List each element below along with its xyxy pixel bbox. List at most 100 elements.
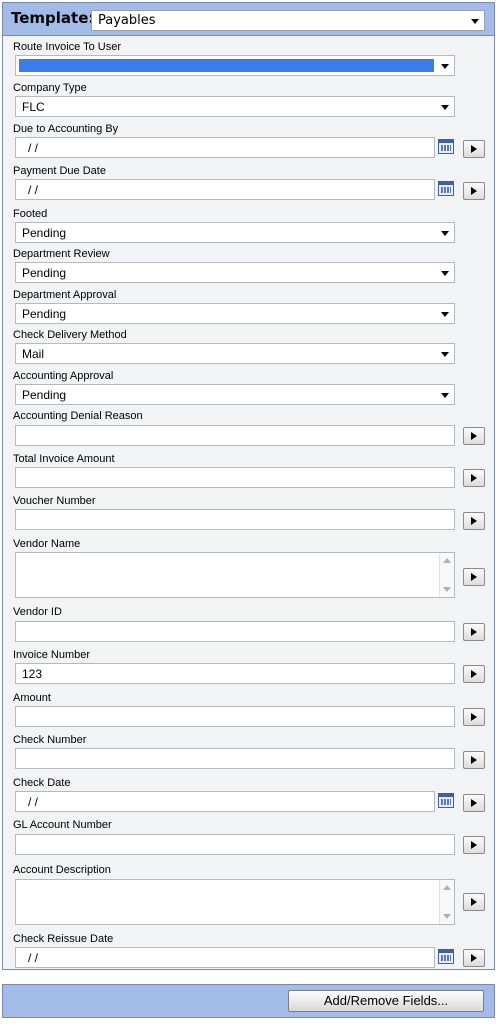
- arrow-right-icon: [471, 756, 477, 764]
- company-type-value: FLC: [22, 100, 45, 114]
- go-button[interactable]: [463, 949, 485, 967]
- chevron-down-icon[interactable]: [441, 271, 449, 276]
- department-review-label: Department Review: [13, 248, 110, 260]
- chevron-down-icon[interactable]: [441, 105, 449, 110]
- vendor-name-label: Vendor Name: [13, 538, 81, 550]
- vendor-id-input[interactable]: [15, 621, 455, 642]
- calendar-icon[interactable]: [438, 949, 454, 964]
- department-approval-value: Pending: [22, 307, 67, 321]
- check-reissue-date-value: / /: [28, 951, 39, 965]
- check-date-value: / /: [28, 795, 39, 809]
- company-type-select[interactable]: FLC: [15, 96, 455, 117]
- arrow-right-icon: [471, 841, 477, 849]
- chevron-down-icon[interactable]: [441, 352, 449, 357]
- go-button[interactable]: [463, 512, 485, 530]
- amount-label: Amount: [13, 692, 51, 704]
- check-number-label: Check Number: [13, 734, 87, 746]
- template-bar: Template: Payables: [3, 3, 494, 36]
- fields-panel: Template: Payables Route Invoice To User…: [2, 2, 495, 970]
- total-invoice-amount-label: Total Invoice Amount: [13, 453, 115, 465]
- check-number-input[interactable]: [15, 748, 455, 769]
- chevron-down-icon[interactable]: [471, 19, 479, 24]
- arrow-right-icon: [471, 898, 477, 906]
- arrow-right-icon: [471, 799, 477, 807]
- arrow-right-icon: [471, 145, 477, 153]
- arrow-right-icon: [471, 573, 477, 581]
- invoice-number-label: Invoice Number: [13, 649, 91, 661]
- check-delivery-method-value: Mail: [22, 347, 45, 361]
- arrow-right-icon: [471, 517, 477, 525]
- scrollbar[interactable]: [439, 880, 454, 924]
- arrow-right-icon: [471, 954, 477, 962]
- arrow-right-icon: [471, 713, 477, 721]
- check-date-label: Check Date: [13, 777, 71, 789]
- total-invoice-amount-input[interactable]: [15, 467, 455, 488]
- check-date-input[interactable]: / /: [15, 791, 435, 812]
- vendor-id-label: Vendor ID: [13, 606, 62, 618]
- calendar-icon[interactable]: [438, 139, 454, 154]
- scroll-down-icon[interactable]: [443, 587, 451, 592]
- footed-value: Pending: [22, 226, 67, 240]
- invoice-number-input[interactable]: 123: [15, 663, 455, 684]
- voucher-number-label: Voucher Number: [13, 495, 96, 507]
- footed-select[interactable]: Pending: [15, 222, 455, 243]
- gl-account-number-input[interactable]: [15, 834, 455, 855]
- template-value: Payables: [98, 13, 156, 28]
- department-review-select[interactable]: Pending: [15, 262, 455, 283]
- go-button[interactable]: [463, 794, 485, 812]
- go-button[interactable]: [463, 568, 485, 586]
- voucher-number-input[interactable]: [15, 509, 455, 530]
- account-description-textarea[interactable]: [15, 879, 455, 925]
- go-button[interactable]: [463, 708, 485, 726]
- accounting-denial-reason-input[interactable]: [15, 425, 455, 446]
- scroll-up-icon[interactable]: [443, 885, 451, 890]
- selected-highlight: [19, 59, 434, 72]
- check-delivery-method-label: Check Delivery Method: [13, 329, 127, 341]
- arrow-right-icon: [471, 474, 477, 482]
- check-delivery-method-select[interactable]: Mail: [15, 343, 455, 364]
- amount-input[interactable]: [15, 706, 455, 727]
- department-approval-select[interactable]: Pending: [15, 303, 455, 324]
- arrow-right-icon: [471, 432, 477, 440]
- chevron-down-icon[interactable]: [441, 393, 449, 398]
- route-invoice-label: Route Invoice To User: [13, 41, 122, 53]
- accounting-approval-select[interactable]: Pending: [15, 384, 455, 405]
- add-remove-fields-button[interactable]: Add/Remove Fields...: [288, 990, 484, 1012]
- company-type-label: Company Type: [13, 82, 87, 94]
- scrollbar[interactable]: [439, 553, 454, 597]
- scroll-down-icon[interactable]: [443, 914, 451, 919]
- department-approval-label: Department Approval: [13, 289, 117, 301]
- due-to-accounting-input[interactable]: / /: [15, 137, 435, 158]
- go-button[interactable]: [463, 893, 485, 911]
- gl-account-number-label: GL Account Number: [13, 819, 112, 831]
- chevron-down-icon[interactable]: [441, 231, 449, 236]
- payment-due-date-input[interactable]: / /: [15, 179, 435, 200]
- vendor-name-textarea[interactable]: [15, 552, 455, 598]
- go-button[interactable]: [463, 140, 485, 158]
- go-button[interactable]: [463, 751, 485, 769]
- arrow-right-icon: [471, 628, 477, 636]
- arrow-right-icon: [471, 187, 477, 195]
- chevron-down-icon[interactable]: [441, 312, 449, 317]
- go-button[interactable]: [463, 427, 485, 445]
- payment-due-date-label: Payment Due Date: [13, 165, 106, 177]
- due-to-accounting-value: / /: [28, 141, 39, 155]
- go-button[interactable]: [463, 623, 485, 641]
- go-button[interactable]: [463, 469, 485, 487]
- go-button[interactable]: [463, 665, 485, 683]
- go-button[interactable]: [463, 836, 485, 854]
- route-invoice-select[interactable]: [15, 55, 455, 76]
- calendar-icon[interactable]: [438, 181, 454, 196]
- accounting-approval-label: Accounting Approval: [13, 370, 114, 382]
- check-reissue-date-input[interactable]: / /: [15, 947, 435, 968]
- go-button[interactable]: [463, 182, 485, 200]
- calendar-icon[interactable]: [438, 793, 454, 808]
- chevron-down-icon[interactable]: [441, 64, 449, 69]
- department-review-value: Pending: [22, 266, 67, 280]
- accounting-denial-reason-label: Accounting Denial Reason: [13, 410, 143, 422]
- invoice-number-value: 123: [22, 667, 43, 681]
- due-to-accounting-label: Due to Accounting By: [13, 123, 119, 135]
- payment-due-date-value: / /: [28, 183, 39, 197]
- scroll-up-icon[interactable]: [443, 558, 451, 563]
- template-select[interactable]: Payables: [91, 10, 485, 31]
